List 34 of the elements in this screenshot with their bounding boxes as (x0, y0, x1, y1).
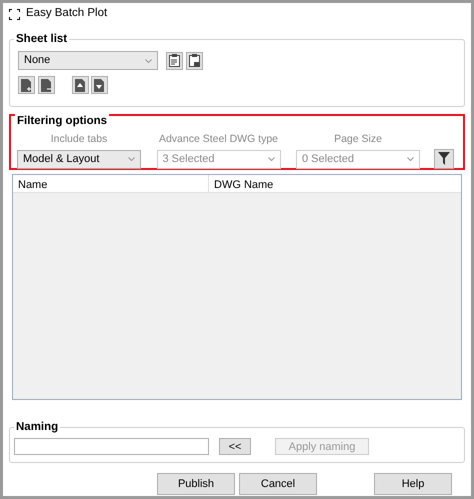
caret-icon (145, 58, 152, 62)
filter-dropdown[interactable]: Model & Layout (17, 150, 141, 169)
naming-field[interactable] (14, 438, 209, 455)
caret-icon (268, 157, 274, 162)
document-down-icon (94, 78, 106, 92)
window-title: Easy Batch Plot (26, 6, 108, 22)
move-down-button[interactable] (91, 76, 108, 94)
app-icon (9, 8, 20, 20)
filter-button[interactable] (434, 148, 454, 169)
document-up-icon (74, 78, 86, 92)
document-minus-icon (40, 78, 52, 92)
publish-button[interactable]: Publish (157, 473, 235, 495)
caret-icon (128, 157, 135, 162)
document-plus-icon (21, 78, 32, 92)
sheet-save-button[interactable] (186, 52, 203, 70)
caret-icon (407, 157, 414, 162)
filter-label: Include tabs (50, 132, 108, 147)
clipboard-icon (189, 54, 200, 67)
cancel-button[interactable]: Cancel (239, 473, 317, 495)
remove-sheet-button[interactable] (38, 76, 55, 94)
sheet-list-dropdown[interactable]: None (18, 51, 158, 70)
column-header[interactable]: Name (13, 175, 209, 192)
group-title: Filtering options (15, 114, 110, 128)
filter-label: Page Size (333, 132, 383, 147)
add-sheet-button[interactable] (18, 76, 35, 94)
group-title: Naming (14, 420, 60, 434)
help-button[interactable]: Help (374, 473, 452, 495)
filter-label: Advance Steel DWG type (158, 132, 280, 147)
clipboard-icon (169, 54, 180, 67)
column-header[interactable]: DWG Name (209, 175, 461, 192)
sheet-settings-button[interactable] (166, 52, 184, 70)
filter-icon (438, 152, 450, 166)
move-left-button[interactable]: << (219, 438, 251, 455)
move-up-button[interactable] (72, 76, 88, 94)
